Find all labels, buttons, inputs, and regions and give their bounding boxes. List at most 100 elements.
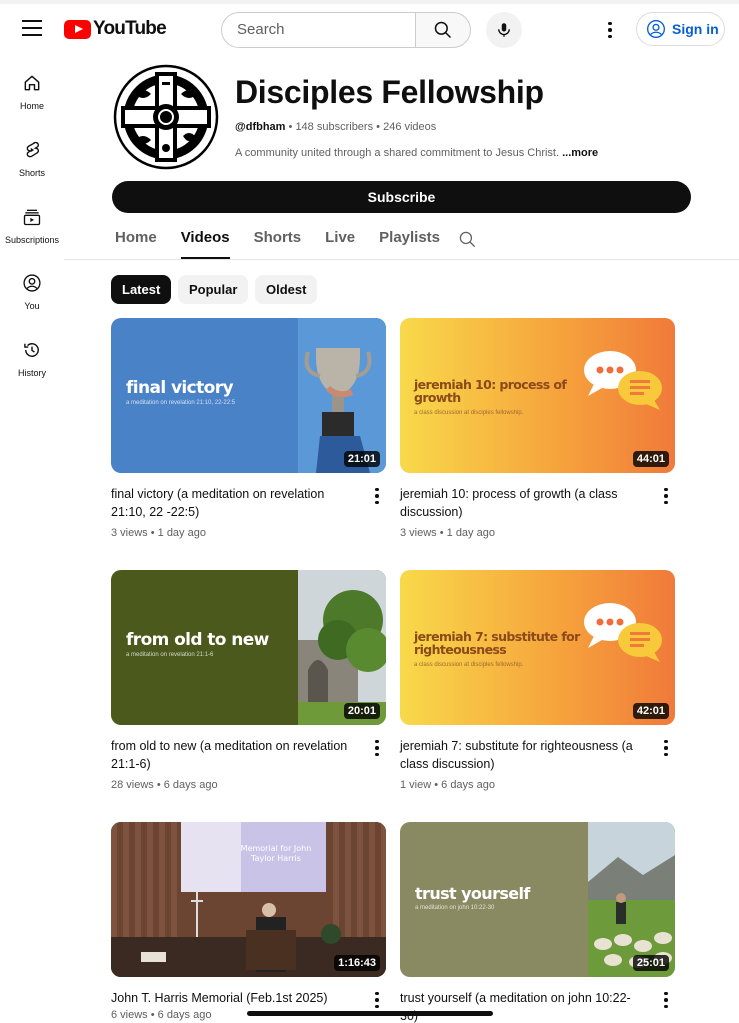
thumbnail-subtitle: a meditation on revelation 21:10, 22-22:… — [126, 400, 236, 406]
video-meta: 28 views • 6 days ago — [111, 779, 218, 791]
celtic-cross-logo — [113, 64, 219, 170]
youtube-logo[interactable]: YouTube — [64, 18, 167, 40]
thumbnail-title: Memorial for John Taylor Harris — [240, 844, 312, 863]
thumbnail-subtitle: a class discussion at disciples fellowsh… — [414, 410, 524, 416]
shorts-icon — [26, 141, 39, 158]
thumbnail-title: final victory — [126, 378, 234, 398]
home-indicator[interactable] — [247, 1011, 493, 1016]
video-meta: 3 views • 1 day ago — [111, 527, 206, 539]
video-menu-icon[interactable] — [659, 738, 673, 758]
video-thumbnail[interactable]: from old to new a meditation on revelati… — [111, 570, 386, 725]
video-duration: 25:01 — [632, 955, 669, 971]
thumbnail-subtitle: a meditation on john 10:22-30 — [415, 905, 495, 911]
chip-popular[interactable]: Popular — [178, 275, 249, 304]
search-input[interactable]: Search — [221, 12, 415, 48]
video-title[interactable]: jeremiah 7: substitute for righteousness… — [400, 737, 648, 773]
video-duration: 20:01 — [343, 703, 380, 719]
you-icon — [23, 274, 41, 292]
thumbnail-title: from old to new — [126, 630, 269, 650]
home-icon — [24, 75, 40, 91]
channel-avatar[interactable] — [113, 64, 219, 170]
channel-description[interactable]: A community united through a shared comm… — [235, 147, 598, 159]
thumbnail-title: jeremiah 10: process of growth — [414, 377, 567, 405]
video-thumbnail[interactable]: jeremiah 10: process of growth a class d… — [400, 318, 675, 473]
tab-shorts[interactable]: Shorts — [254, 229, 302, 259]
video-thumbnail[interactable]: Memorial for John Taylor Harris 1:16:43 — [111, 822, 386, 977]
video-title[interactable]: jeremiah 10: process of growth (a class … — [400, 485, 648, 521]
sidebar-label: History — [17, 368, 46, 378]
tab-live[interactable]: Live — [325, 229, 355, 259]
sidebar-item-shorts[interactable]: Shorts — [0, 140, 64, 178]
sidebar-item-subscriptions[interactable]: Subscriptions — [0, 207, 64, 245]
shepherd-photo — [588, 822, 675, 977]
chat-bubbles-icon — [584, 351, 662, 410]
sidebar-label: You — [24, 301, 40, 311]
sidebar-item-history[interactable]: History — [0, 340, 64, 378]
sidebar-label: Subscriptions — [4, 235, 60, 245]
channel-tabs: Home Videos Shorts Live Playlists — [115, 229, 464, 261]
channel-search-icon[interactable] — [458, 230, 477, 254]
video-meta: 1 view • 6 days ago — [400, 779, 495, 791]
video-card: from old to new a meditation on revelati… — [111, 570, 386, 791]
video-thumbnail[interactable]: trust yourself a meditation on john 10:2… — [400, 822, 675, 977]
subscriber-count: 148 subscribers — [295, 121, 374, 133]
video-title[interactable]: final victory (a meditation on revelatio… — [111, 485, 359, 521]
chip-oldest[interactable]: Oldest — [255, 275, 318, 304]
video-duration: 44:01 — [632, 451, 669, 467]
subscriptions-icon — [23, 209, 41, 226]
video-menu-icon[interactable] — [370, 486, 384, 506]
chat-bubbles-icon — [584, 603, 662, 662]
video-title[interactable]: trust yourself (a meditation on john 10:… — [400, 989, 648, 1023]
ruins-photo — [298, 570, 386, 725]
video-card: jeremiah 7: substitute for righteousness… — [400, 570, 675, 791]
more-link[interactable]: ...more — [562, 147, 598, 159]
microphone-icon — [498, 23, 510, 37]
trophy-photo — [298, 318, 386, 473]
video-menu-icon[interactable] — [370, 990, 384, 1010]
sidebar-label: Shorts — [18, 168, 45, 178]
channel-name: Disciples Fellowship — [235, 74, 544, 110]
video-card: jeremiah 10: process of growth a class d… — [400, 318, 675, 539]
more-options-icon[interactable] — [600, 19, 620, 41]
video-menu-icon[interactable] — [370, 738, 384, 758]
video-meta: 3 views • 1 day ago — [400, 527, 495, 539]
subscribe-button[interactable]: Subscribe — [112, 181, 691, 213]
thumbnail-subtitle: a meditation on revelation 21:1-6 — [126, 652, 214, 658]
video-menu-icon[interactable] — [659, 486, 673, 506]
channel-handle: @dfbham — [235, 121, 286, 133]
chip-latest[interactable]: Latest — [111, 275, 172, 304]
voice-search-button[interactable] — [486, 12, 522, 48]
video-meta: 6 views • 6 days ago — [111, 1009, 212, 1021]
youtube-play-icon — [64, 19, 91, 39]
menu-icon[interactable] — [22, 20, 42, 38]
video-title[interactable]: from old to new (a meditation on revelat… — [111, 737, 359, 773]
video-card: trust yourself a meditation on john 10:2… — [400, 822, 675, 1023]
history-icon — [24, 343, 39, 357]
channel-meta: @dfbham • 148 subscribers • 246 videos — [235, 121, 436, 133]
thumbnail-title: jeremiah 7: substitute for righteousness — [414, 629, 580, 657]
video-title[interactable]: John T. Harris Memorial (Feb.1st 2025) — [111, 989, 359, 1007]
video-card: final victory a meditation on revelation… — [111, 318, 386, 539]
sidebar-label: Home — [19, 101, 44, 111]
search-button[interactable] — [415, 12, 471, 48]
logo-text: YouTube — [93, 18, 167, 39]
video-count: 246 videos — [383, 121, 437, 133]
video-thumbnail[interactable]: final victory a meditation on revelation… — [111, 318, 386, 473]
account-icon — [647, 20, 665, 38]
video-menu-icon[interactable] — [659, 990, 673, 1010]
video-thumbnail[interactable]: jeremiah 7: substitute for righteousness… — [400, 570, 675, 725]
video-duration: 42:01 — [632, 703, 669, 719]
tab-playlists[interactable]: Playlists — [379, 229, 440, 259]
sidebar-item-home[interactable]: Home — [0, 73, 64, 111]
video-card: Memorial for John Taylor Harris 1:16:43 … — [111, 822, 386, 1021]
tab-home[interactable]: Home — [115, 229, 157, 259]
tab-videos[interactable]: Videos — [180, 229, 230, 259]
thumbnail-title: trust yourself — [415, 884, 530, 903]
sidebar-item-you[interactable]: You — [0, 273, 64, 311]
search-icon — [434, 21, 452, 39]
tabs-divider — [64, 259, 739, 260]
status-strip — [0, 0, 739, 4]
thumbnail-subtitle: a class discussion at disciples fellowsh… — [414, 662, 524, 668]
description-text: A community united through a shared comm… — [235, 147, 560, 159]
sign-in-button[interactable]: Sign in — [636, 12, 725, 46]
